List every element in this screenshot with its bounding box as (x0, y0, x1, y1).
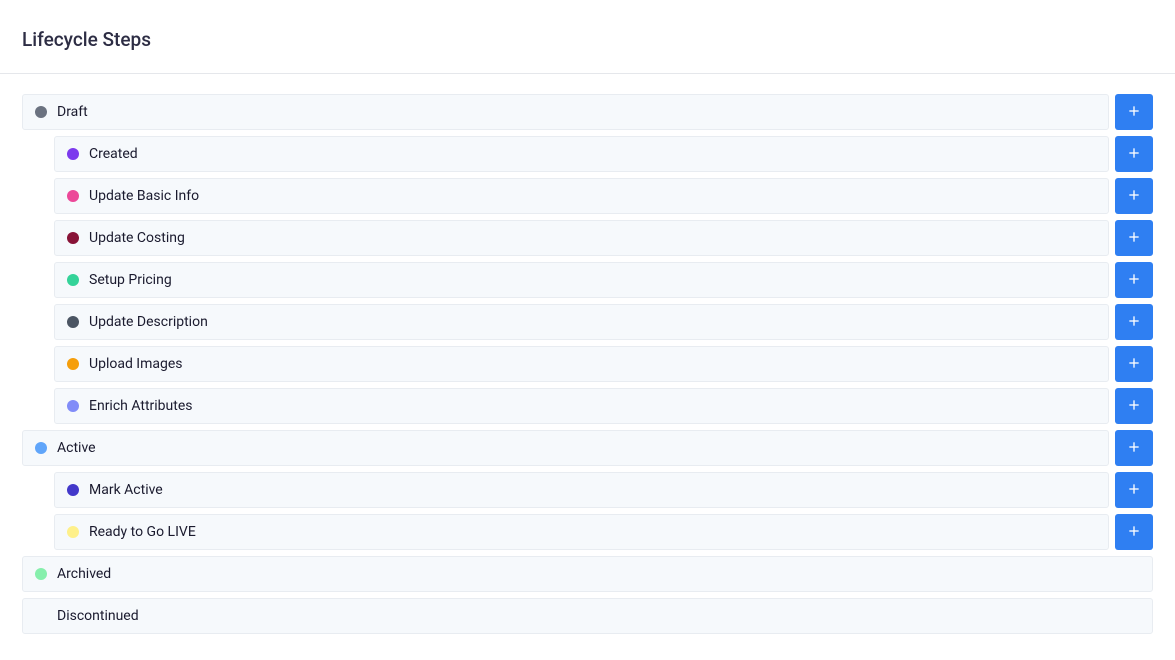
status-dot-icon (35, 568, 47, 580)
status-dot-icon (67, 148, 79, 160)
lifecycle-step-row: Update Costing (22, 220, 1153, 256)
lifecycle-step-row: Created (22, 136, 1153, 172)
page-header: Lifecycle Steps (0, 0, 1175, 74)
add-step-button[interactable] (1115, 136, 1153, 172)
step-item[interactable]: Update Basic Info (54, 178, 1109, 214)
status-dot-icon (67, 400, 79, 412)
step-item[interactable]: Enrich Attributes (54, 388, 1109, 424)
lifecycle-step-row: Mark Active (22, 472, 1153, 508)
group-item[interactable]: Discontinued (22, 598, 1153, 634)
lifecycle-step-row: Update Description (22, 304, 1153, 340)
lifecycle-step-row: Upload Images (22, 346, 1153, 382)
lifecycle-group-row: Draft (22, 94, 1153, 130)
plus-icon (1126, 439, 1142, 458)
lifecycle-group-row: Discontinued (22, 598, 1153, 634)
lifecycle-step-row: Enrich Attributes (22, 388, 1153, 424)
lifecycle-step-row: Update Basic Info (22, 178, 1153, 214)
step-label: Created (89, 146, 138, 162)
plus-icon (1126, 229, 1142, 248)
status-dot-icon (67, 358, 79, 370)
add-step-button[interactable] (1115, 262, 1153, 298)
plus-icon (1126, 145, 1142, 164)
step-label: Setup Pricing (89, 272, 172, 288)
plus-icon (1126, 187, 1142, 206)
lifecycle-step-row: Ready to Go LIVE (22, 514, 1153, 550)
add-step-button[interactable] (1115, 94, 1153, 130)
status-dot-icon (67, 316, 79, 328)
plus-icon (1126, 355, 1142, 374)
group-label: Active (57, 440, 96, 456)
lifecycle-group-row: Archived (22, 556, 1153, 592)
steps-list: Draft Created Update Basic Info Update Cost… (0, 74, 1175, 660)
status-dot-icon (67, 526, 79, 538)
group-item[interactable]: Active (22, 430, 1109, 466)
add-step-button[interactable] (1115, 346, 1153, 382)
step-item[interactable]: Mark Active (54, 472, 1109, 508)
step-label: Upload Images (89, 356, 183, 372)
page-title: Lifecycle Steps (22, 28, 1153, 51)
step-label: Update Costing (89, 230, 185, 246)
step-item[interactable]: Update Costing (54, 220, 1109, 256)
step-item[interactable]: Created (54, 136, 1109, 172)
step-item[interactable]: Upload Images (54, 346, 1109, 382)
step-label: Update Description (89, 314, 208, 330)
add-step-button[interactable] (1115, 430, 1153, 466)
group-label: Draft (57, 104, 88, 120)
plus-icon (1126, 523, 1142, 542)
plus-icon (1126, 481, 1142, 500)
step-label: Update Basic Info (89, 188, 199, 204)
group-item[interactable]: Draft (22, 94, 1109, 130)
step-item[interactable]: Update Description (54, 304, 1109, 340)
plus-icon (1126, 271, 1142, 290)
plus-icon (1126, 313, 1142, 332)
add-step-button[interactable] (1115, 304, 1153, 340)
status-dot-icon (67, 190, 79, 202)
add-step-button[interactable] (1115, 178, 1153, 214)
lifecycle-steps-page: Lifecycle Steps Draft Created Update Basic… (0, 0, 1175, 655)
lifecycle-step-row: Setup Pricing (22, 262, 1153, 298)
status-dot-icon (35, 106, 47, 118)
plus-icon (1126, 397, 1142, 416)
status-dot-icon (35, 442, 47, 454)
add-step-button[interactable] (1115, 220, 1153, 256)
group-item[interactable]: Archived (22, 556, 1153, 592)
plus-icon (1126, 103, 1142, 122)
lifecycle-group-row: Active (22, 430, 1153, 466)
step-label: Mark Active (89, 482, 163, 498)
add-step-button[interactable] (1115, 472, 1153, 508)
status-dot-icon (67, 274, 79, 286)
step-item[interactable]: Setup Pricing (54, 262, 1109, 298)
add-step-button[interactable] (1115, 388, 1153, 424)
status-dot-icon (67, 484, 79, 496)
group-label: Discontinued (57, 608, 139, 624)
status-dot-icon (67, 232, 79, 244)
step-label: Enrich Attributes (89, 398, 192, 414)
add-step-button[interactable] (1115, 514, 1153, 550)
step-label: Ready to Go LIVE (89, 524, 196, 540)
group-label: Archived (57, 566, 111, 582)
step-item[interactable]: Ready to Go LIVE (54, 514, 1109, 550)
